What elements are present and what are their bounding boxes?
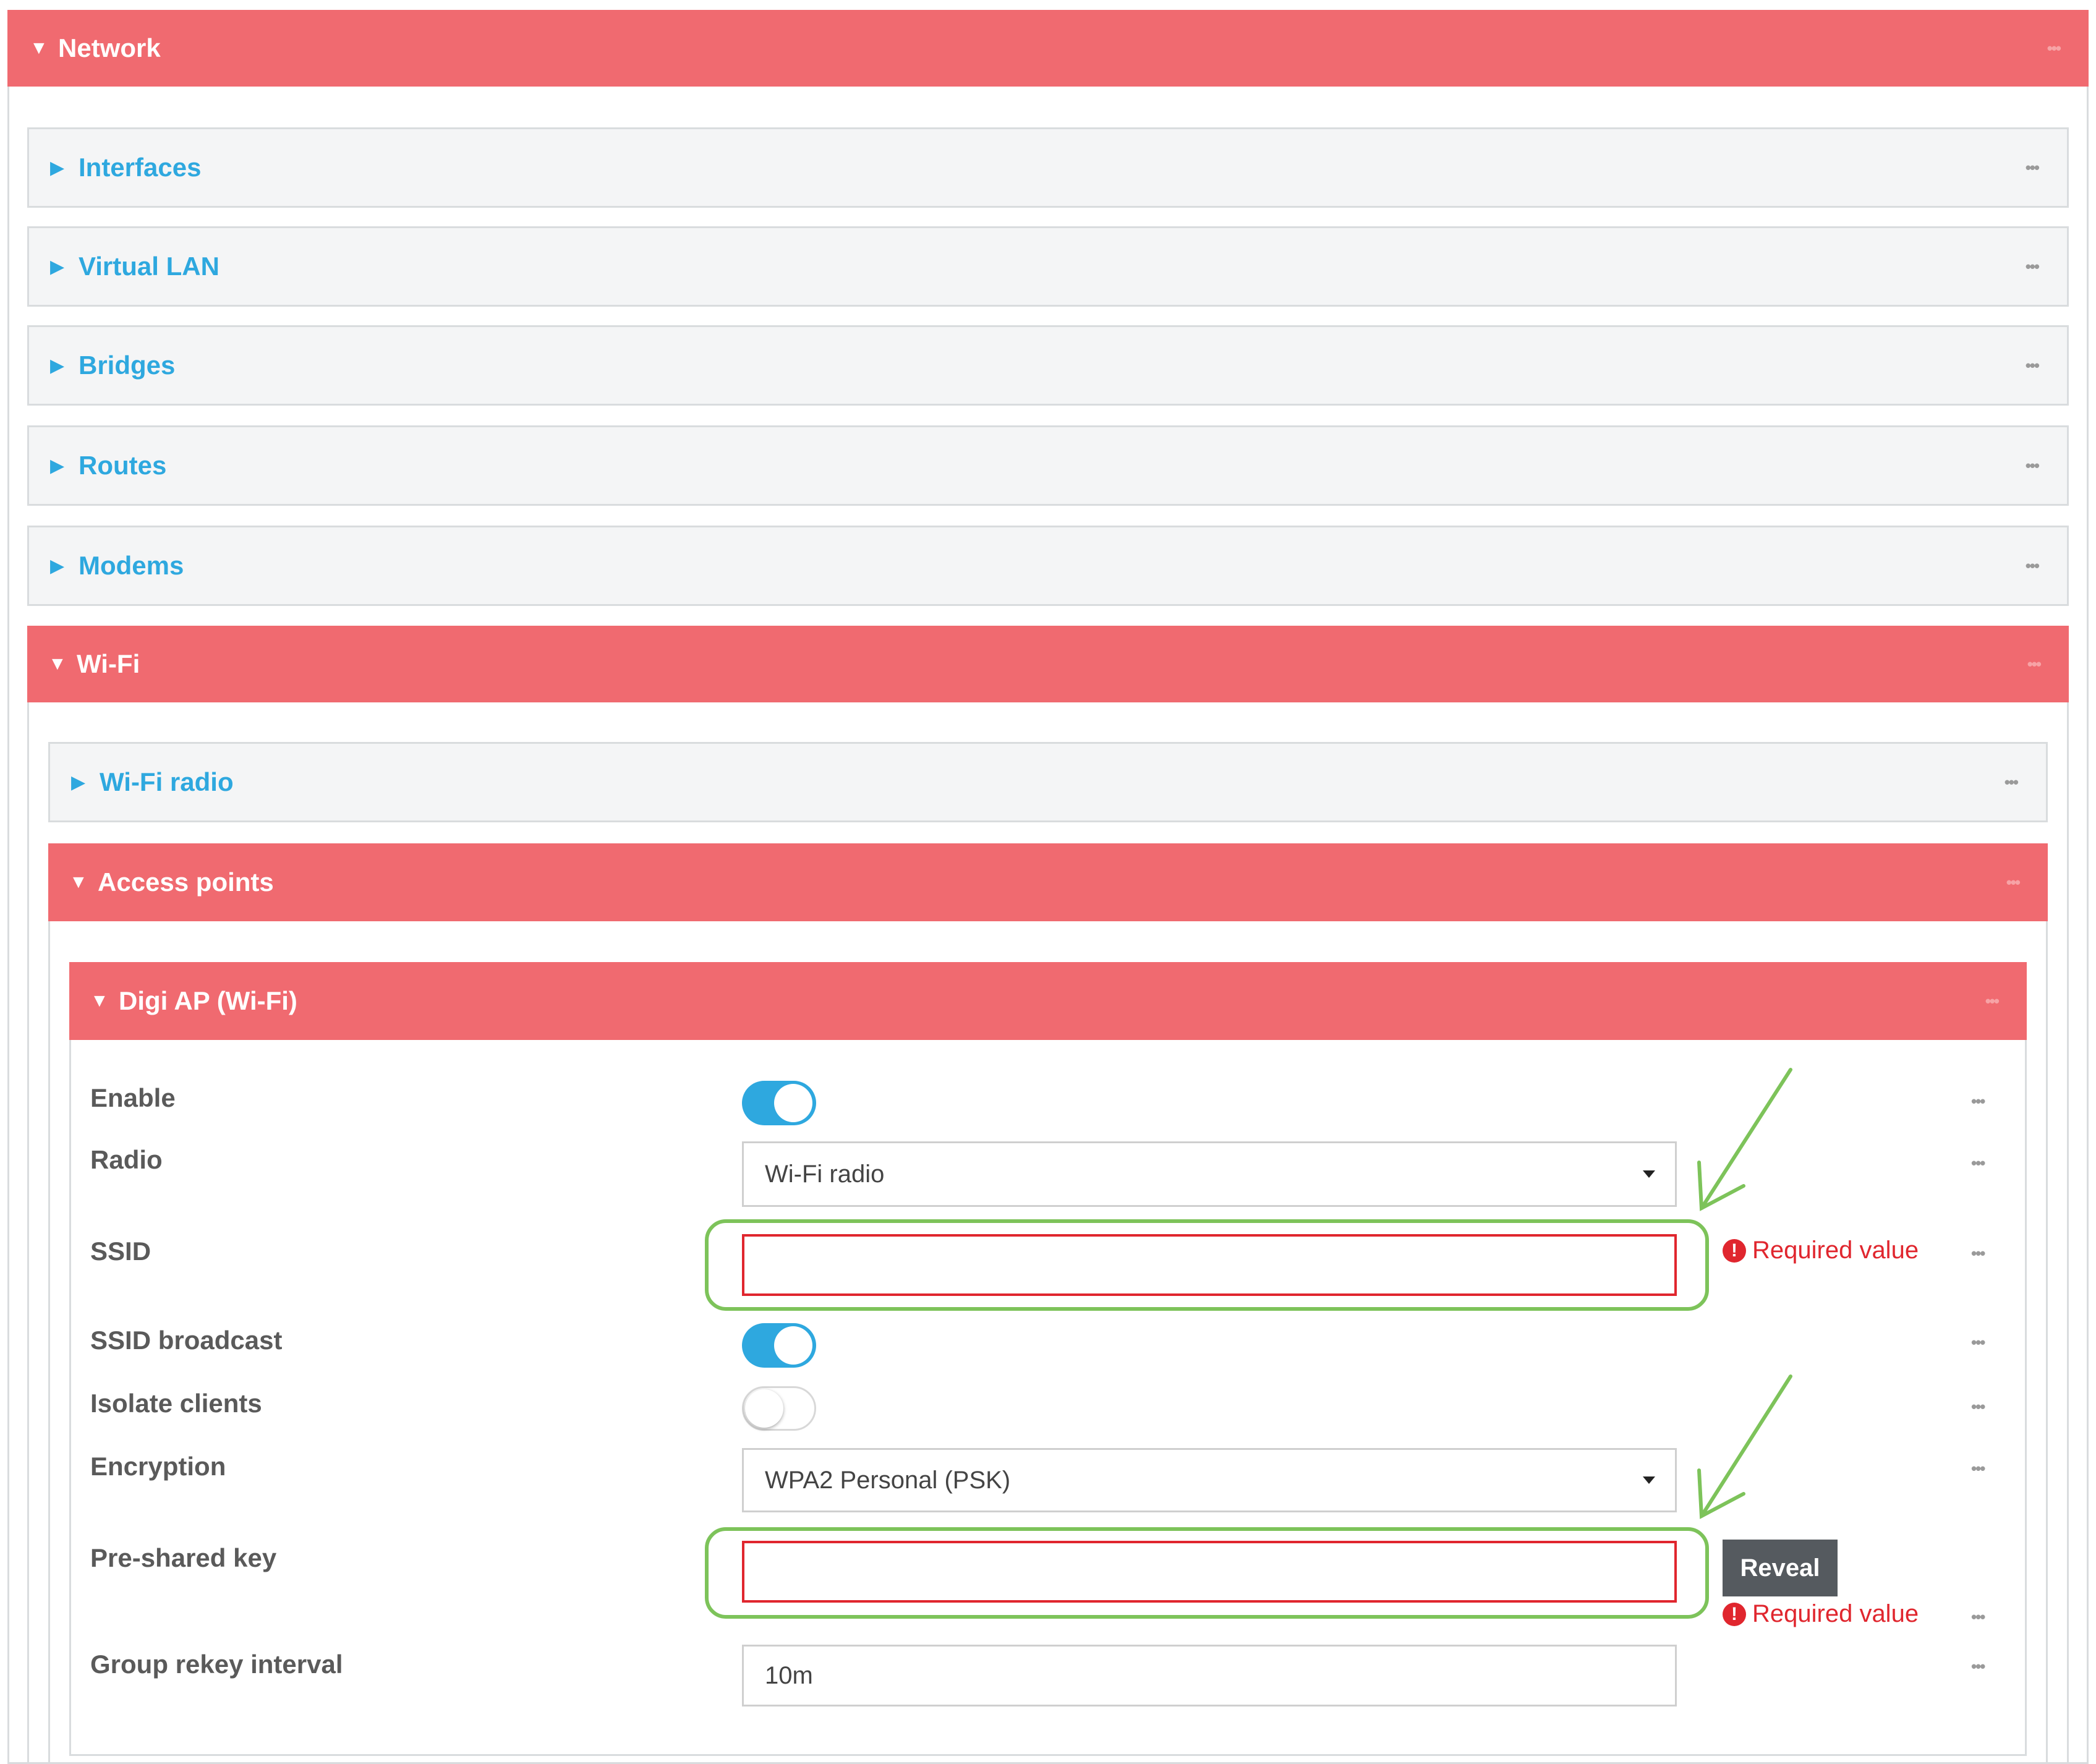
- psk-arrow-icon: [1700, 1374, 1792, 1518]
- ssid-arrow-icon: [1700, 1068, 1792, 1210]
- annotation-arrows: [1697, 1068, 1792, 1519]
